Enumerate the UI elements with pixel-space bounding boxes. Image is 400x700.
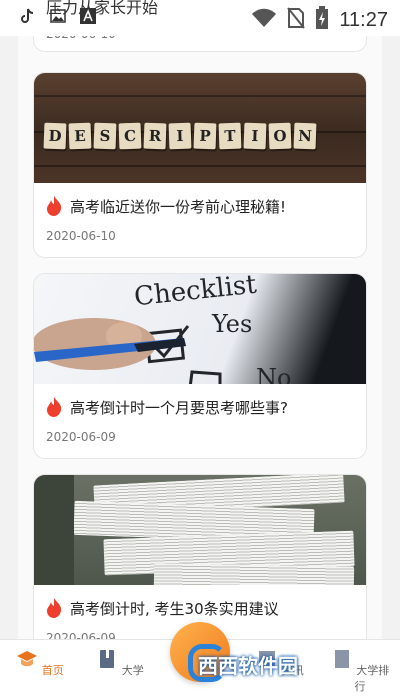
article-card[interactable]: Checklist Yes No 高考倒计时一个月要思考哪些事? 2020-06… — [33, 273, 367, 459]
graduation-cap-icon — [17, 651, 38, 667]
letter-tile: E — [68, 122, 92, 150]
letter-tile: T — [218, 122, 242, 150]
battery-charging-icon — [315, 6, 329, 34]
book-icon — [100, 650, 115, 668]
flame-icon — [47, 397, 62, 417]
article-image-checklist: Checklist Yes No — [34, 274, 366, 384]
article-title: 高考倒计时一个月要思考哪些事? — [70, 398, 288, 417]
flame-icon — [47, 196, 62, 216]
article-feed[interactable]: 2020-06-10 DESCRIPTION 高考临近送你一份考前心理秘籍! 2… — [18, 0, 382, 640]
article-title: 高考倒计时, 考生30条实用建议 — [70, 599, 279, 618]
tab-ranking[interactable]: 大学排行 — [330, 648, 390, 694]
article-card[interactable]: 高考倒计时, 考生30条实用建议 2020-06-09 — [33, 474, 367, 640]
article-date: 2020-06-10 — [46, 229, 116, 243]
letter-tile: S — [93, 122, 117, 150]
bottom-tab-bar: 首页 大学 资讯 大学排行 西西软件园 — [0, 622, 400, 700]
wifi-icon — [251, 8, 277, 32]
tab-label: 大学 — [121, 664, 144, 677]
letter-tile: R — [143, 122, 167, 150]
letter-tile: C — [118, 122, 142, 150]
clock: 11:27 — [339, 8, 388, 31]
watermark-text: 西西软件园 — [198, 654, 298, 678]
letter-tiles: DESCRIPTION — [43, 122, 317, 150]
tab-label: 首页 — [41, 664, 64, 677]
article-image-paper-stacks — [34, 475, 366, 585]
letter-tile: O — [268, 122, 292, 150]
letter-tile: I — [168, 122, 192, 150]
letter-tile: P — [193, 122, 217, 150]
no-sim-icon — [287, 7, 306, 33]
article-title: 高考临近送你一份考前心理秘籍! — [70, 197, 287, 216]
tab-label: 大学排行 — [354, 664, 390, 693]
tab-home[interactable]: 首页 — [10, 648, 70, 678]
overlay-article-title: 压力从家长开始 — [46, 0, 159, 17]
letter-tile: N — [293, 122, 317, 150]
ranking-icon — [334, 650, 349, 668]
article-image-description-tiles: DESCRIPTION — [34, 73, 366, 183]
letter-tile: D — [43, 122, 67, 150]
letter-tile: I — [243, 122, 267, 150]
article-card[interactable]: DESCRIPTION 高考临近送你一份考前心理秘籍! 2020-06-10 — [33, 72, 367, 258]
tiktok-icon — [20, 8, 36, 24]
hand-with-pen-icon — [34, 318, 186, 370]
tab-university[interactable]: 大学 — [90, 648, 150, 678]
image-text-checklist: Checklist — [132, 274, 258, 313]
article-date: 2020-06-09 — [46, 430, 116, 444]
flame-icon — [47, 598, 62, 618]
image-text-no: No — [256, 364, 292, 384]
